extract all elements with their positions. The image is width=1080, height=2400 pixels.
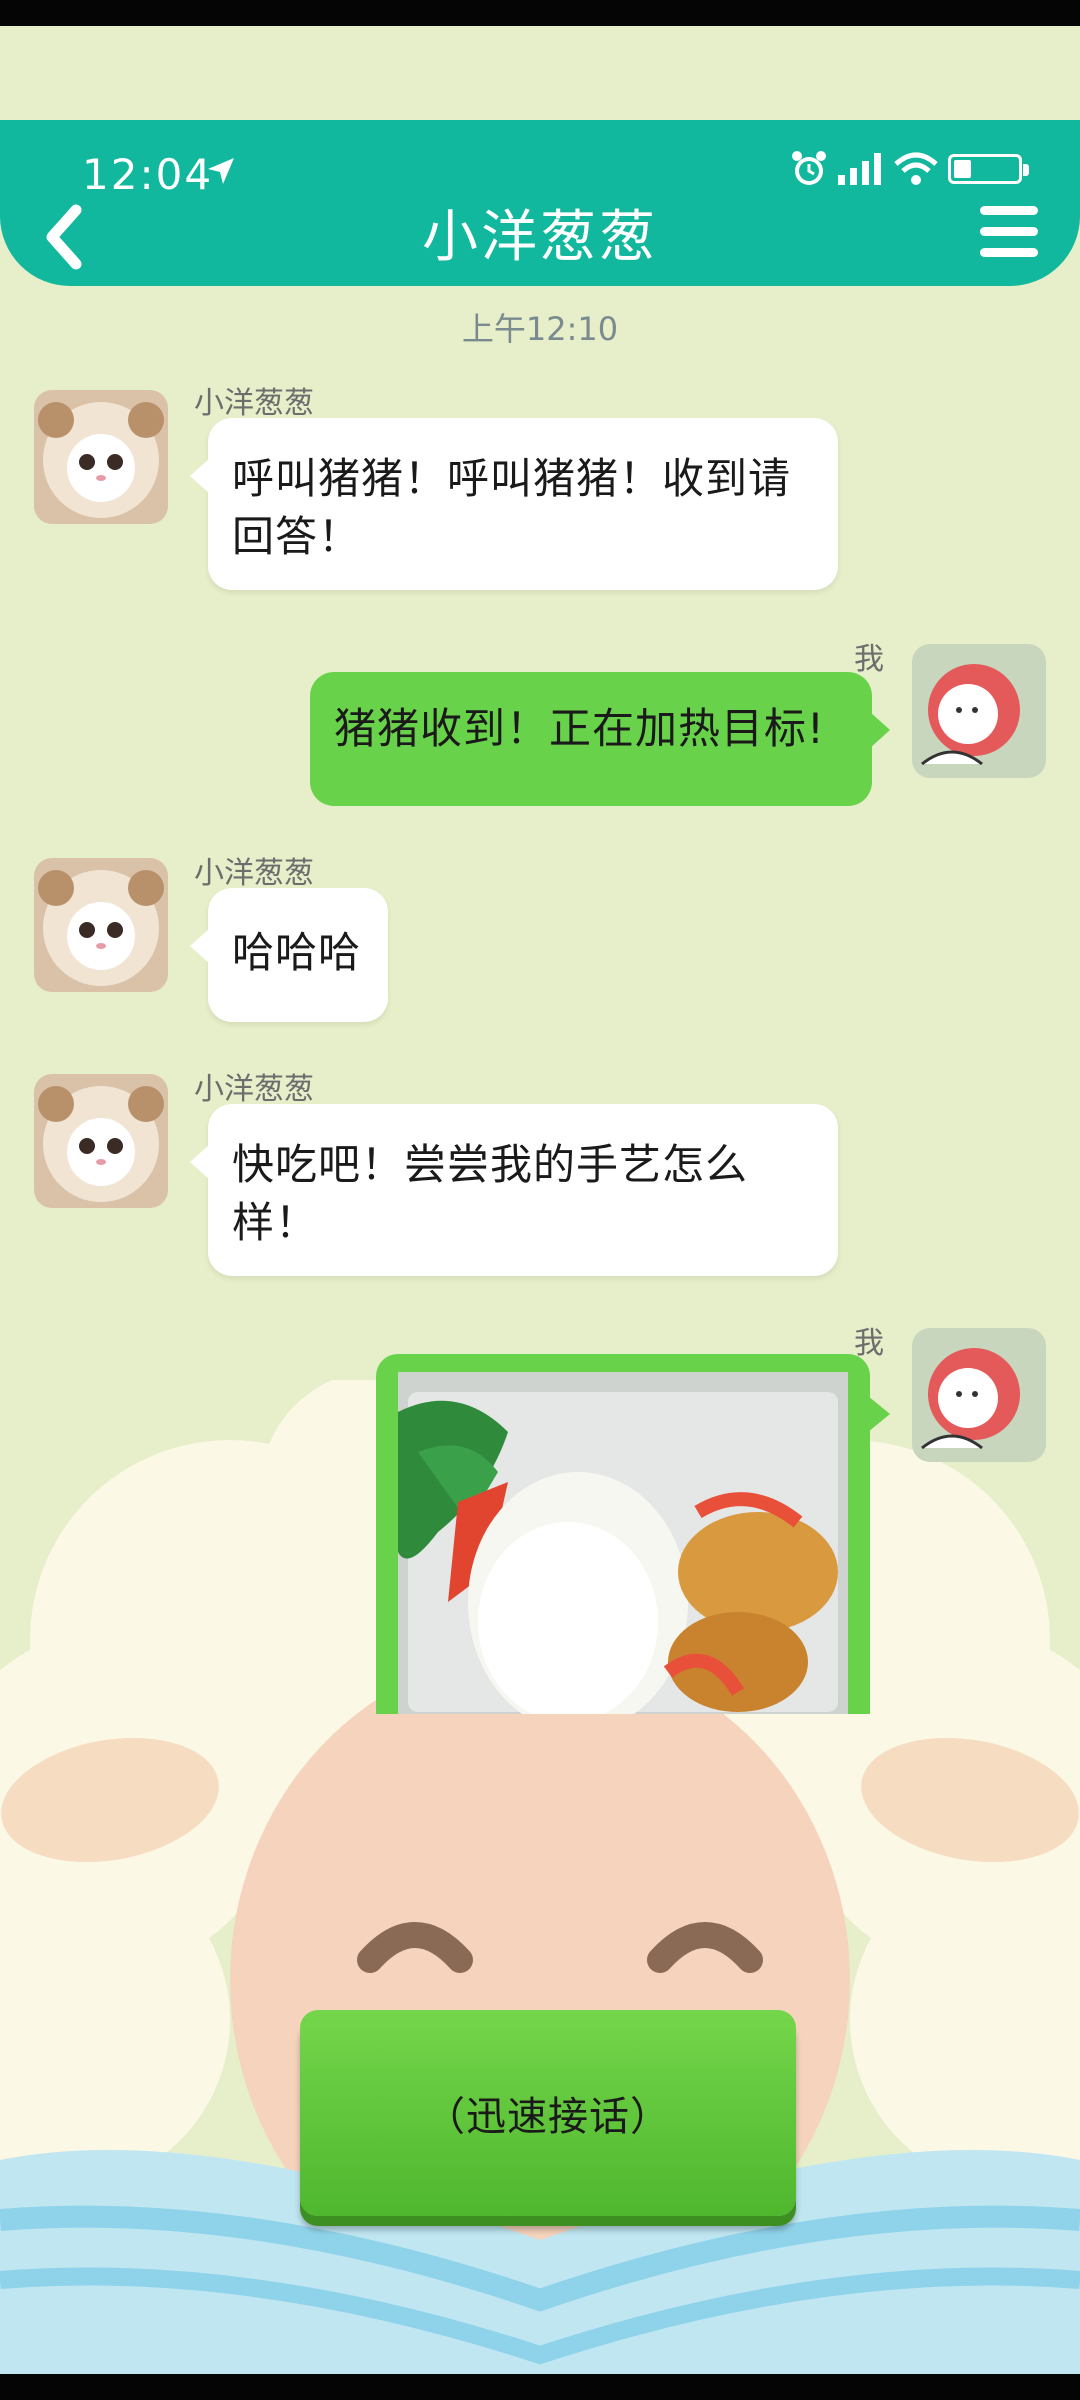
message-bubble-received[interactable]: 快吃吧！尝尝我的手艺怎么样！	[190, 1104, 838, 1276]
message-bubble-sent[interactable]: 猪猪收到！正在加热目标!	[310, 672, 890, 806]
cat-avatar-icon	[34, 390, 168, 524]
system-top-bar	[0, 0, 1080, 26]
alarm-icon	[792, 151, 826, 185]
chat-header: 12:04 小洋葱葱	[0, 120, 1080, 286]
chat-timestamp: 上午12:10	[461, 310, 619, 348]
sender-name: 小洋葱葱	[194, 386, 314, 421]
red-hood-avatar-icon	[912, 1328, 1046, 1462]
avatar-me[interactable]	[912, 644, 1046, 778]
message-bubble-received[interactable]: 呼叫猪猪！呼叫猪猪！收到请回答！	[190, 418, 838, 590]
sender-name-me: 我	[854, 1326, 884, 1361]
location-arrow-icon	[208, 158, 234, 184]
battery-icon	[948, 154, 1029, 184]
chat-title: 小洋葱葱	[422, 205, 658, 270]
signal-icon	[838, 153, 881, 185]
battery-level	[954, 160, 971, 178]
avatar-contact[interactable]	[34, 858, 168, 992]
red-hood-avatar-icon	[912, 644, 1046, 778]
image-bubble-tail	[868, 1396, 890, 1432]
cat-avatar-icon	[34, 858, 168, 992]
food-photo[interactable]	[398, 1372, 848, 1714]
sender-name: 小洋葱葱	[194, 856, 314, 891]
sender-name-me: 我	[854, 642, 884, 677]
avatar-me[interactable]	[912, 1328, 1046, 1462]
hamburger-menu-icon	[980, 206, 1038, 215]
wifi-icon	[894, 152, 938, 185]
system-bottom-bar	[0, 2374, 1080, 2400]
quick-reply-button[interactable]: （迅速接话）	[300, 2010, 796, 2216]
status-icons	[790, 150, 1029, 188]
sender-name: 小洋葱葱	[194, 1072, 314, 1107]
avatar-contact[interactable]	[34, 390, 168, 524]
food-photo-illustration	[398, 1372, 848, 1714]
message-bubble-received[interactable]: 哈哈哈	[190, 888, 388, 1022]
menu-button[interactable]	[980, 206, 1038, 260]
avatar-contact[interactable]	[34, 1074, 168, 1208]
cat-avatar-icon	[34, 1074, 168, 1208]
message-image-bubble[interactable]	[376, 1354, 870, 1714]
